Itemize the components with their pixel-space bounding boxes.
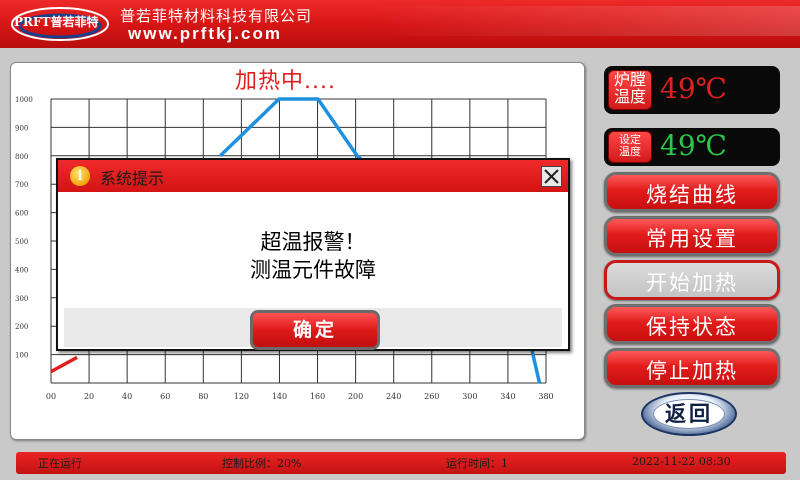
logo-text: PRFT普若菲特 bbox=[14, 15, 99, 29]
y-tick-label: 800 bbox=[15, 153, 28, 161]
actual-temperature-line bbox=[50, 355, 78, 374]
x-tick-label: 00 bbox=[46, 392, 56, 401]
x-tick-label: 160 bbox=[310, 392, 325, 401]
furnace-temperature-display: 炉膛 温度 49℃ bbox=[604, 66, 780, 114]
x-tick-label: 380 bbox=[538, 392, 553, 401]
datetime: 2022-11-22 08:30 bbox=[632, 455, 731, 468]
y-tick-label: 100 bbox=[15, 352, 28, 360]
x-tick-label: 240 bbox=[386, 392, 401, 401]
start-heating-button[interactable]: 开始加热 bbox=[604, 260, 780, 300]
company-name: 普若菲特材料科技有限公司 bbox=[120, 7, 313, 25]
control-ratio: 控制比例：20% bbox=[222, 457, 302, 470]
ok-button[interactable]: 确定 bbox=[250, 310, 380, 350]
back-button-label: 返回 bbox=[653, 399, 725, 429]
dialog-title: 系统提示 bbox=[100, 169, 165, 188]
x-tick-label: 300 bbox=[462, 392, 477, 401]
x-tick-label: 200 bbox=[348, 392, 363, 401]
y-tick-label: 300 bbox=[15, 295, 28, 303]
y-tick-label: 900 bbox=[15, 124, 28, 132]
header-bar: PRFT普若菲特 普若菲特材料科技有限公司 www.prftkj.com bbox=[0, 0, 800, 48]
furnace-temperature-value: 49℃ bbox=[660, 72, 727, 105]
alarm-message-line1: 超温报警！ bbox=[260, 230, 366, 254]
setpoint-temperature-value: 49℃ bbox=[660, 129, 727, 162]
dialog-titlebar: i 系统提示 bbox=[58, 160, 568, 192]
hold-state-button[interactable]: 保持状态 bbox=[604, 304, 780, 344]
header-highlight bbox=[370, 6, 800, 36]
x-tick-label: 80 bbox=[198, 392, 208, 401]
sinter-curve-button[interactable]: 烧结曲线 bbox=[604, 172, 780, 212]
x-tick-label: 40 bbox=[122, 392, 132, 401]
close-icon bbox=[544, 169, 559, 184]
common-settings-button[interactable]: 常用设置 bbox=[604, 216, 780, 256]
control-panel: 炉膛 温度 49℃ 设定 温度 49℃ 烧结曲线 常用设置 开始加热 保持状态 停止… bbox=[596, 58, 794, 446]
system-alert-dialog: i 系统提示 超温报警！ 测温元件故障 确定 bbox=[56, 158, 570, 351]
x-tick-label: 120 bbox=[234, 392, 249, 401]
x-tick-label: 340 bbox=[500, 392, 515, 401]
setpoint-temperature-display: 设定 温度 49℃ bbox=[604, 128, 780, 166]
y-tick-label: 200 bbox=[15, 323, 28, 331]
back-button[interactable]: 返回 bbox=[641, 392, 737, 436]
furnace-temperature-label: 炉膛 温度 bbox=[608, 70, 652, 110]
y-tick-label: 400 bbox=[15, 266, 28, 274]
x-tick-label: 60 bbox=[160, 392, 170, 401]
x-tick-label: 20 bbox=[84, 392, 94, 401]
heating-status-title: 加热中.... bbox=[235, 69, 336, 94]
stop-heating-button[interactable]: 停止加热 bbox=[604, 348, 780, 388]
y-tick-label: 500 bbox=[15, 238, 28, 246]
x-tick-label: 260 bbox=[424, 392, 439, 401]
alarm-message-line2: 测温元件故障 bbox=[250, 258, 376, 282]
status-bar: 正在运行 控制比例：20% 运行时间：1 2022-11-22 08:30 bbox=[16, 452, 786, 474]
dialog-close-button[interactable] bbox=[541, 166, 562, 187]
y-tick-label: 600 bbox=[15, 210, 28, 218]
y-tick-label: 1000 bbox=[15, 96, 33, 104]
info-icon: i bbox=[70, 166, 90, 186]
y-tick-label: 700 bbox=[15, 181, 28, 189]
setpoint-temperature-label: 设定 温度 bbox=[608, 131, 652, 163]
company-website: www.prftkj.com bbox=[128, 24, 282, 43]
running-status: 正在运行 bbox=[38, 457, 82, 470]
x-tick-label: 140 bbox=[272, 392, 287, 401]
run-time: 运行时间：1 bbox=[446, 457, 508, 470]
